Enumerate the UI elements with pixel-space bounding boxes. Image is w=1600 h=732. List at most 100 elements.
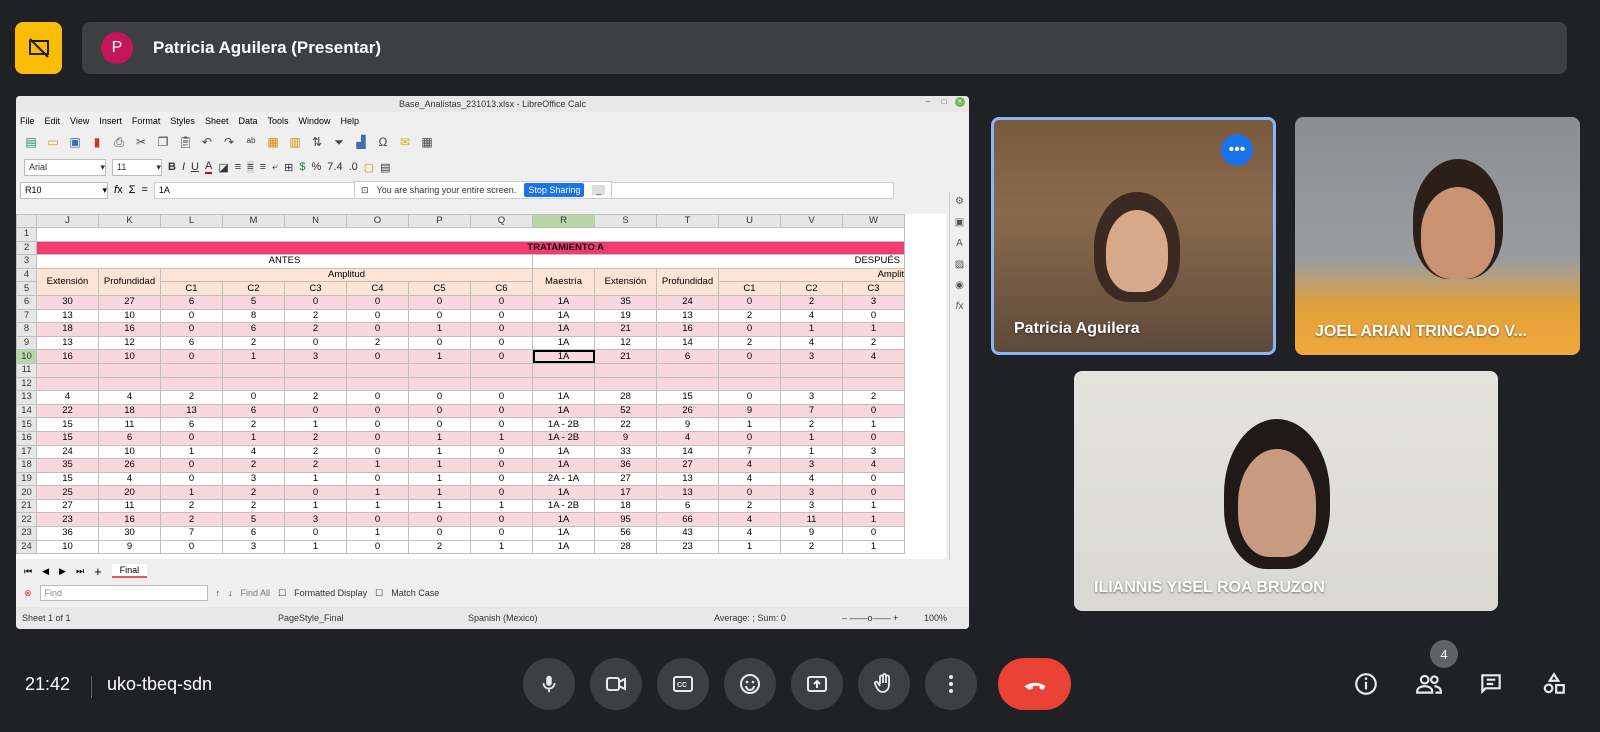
table-cell[interactable]: 1A	[532, 539, 595, 555]
present-button[interactable]	[791, 658, 843, 710]
table-cell[interactable]: 20	[98, 485, 161, 500]
row-header[interactable]: 6	[16, 294, 37, 310]
table-cell[interactable]: 6	[160, 335, 223, 351]
table-cell[interactable]: 1A	[532, 526, 595, 541]
table-cell[interactable]	[98, 362, 161, 378]
row-header[interactable]: 19	[16, 471, 37, 487]
table-cell[interactable]: 1	[284, 539, 347, 555]
table-cell[interactable]	[36, 376, 99, 392]
decimal-icon[interactable]: .0	[349, 161, 358, 173]
table-cell[interactable]: 1A - 2B	[532, 417, 595, 432]
table-cell[interactable]: 11	[98, 417, 161, 432]
function-wizard-icon[interactable]: fx	[114, 184, 123, 196]
table-cell[interactable]	[780, 376, 843, 392]
table-cell[interactable]: 0	[718, 390, 781, 405]
table-cell[interactable]: 0	[408, 335, 471, 351]
table-cell[interactable]: 1A	[532, 335, 595, 351]
table-cell[interactable]: 1	[346, 458, 409, 473]
table-cell[interactable]: 15	[656, 390, 719, 405]
comment-icon[interactable]: ✉	[398, 135, 412, 149]
meeting-details-button[interactable]	[1344, 662, 1388, 706]
row-header[interactable]: 10	[16, 349, 37, 364]
undo-icon[interactable]: ↶	[200, 135, 214, 149]
copy-icon[interactable]: ❐	[156, 135, 170, 149]
table-cell[interactable]: 21	[594, 322, 657, 337]
table-cell[interactable]: 22	[36, 403, 99, 419]
table-cell[interactable]	[842, 362, 905, 378]
italic-icon[interactable]: I	[182, 161, 185, 173]
column-header[interactable]: K	[98, 214, 161, 228]
table-cell[interactable]: 28	[594, 390, 657, 405]
menu-styles[interactable]: Styles	[170, 116, 195, 126]
close-icon[interactable]: ×	[955, 97, 965, 107]
table-cell[interactable]: 0	[718, 349, 781, 364]
table-cell[interactable]: 4	[98, 390, 161, 405]
table-cell[interactable]: 6	[160, 417, 223, 432]
table-cell[interactable]: 0	[408, 403, 471, 419]
table-cell[interactable]: 0	[160, 430, 223, 446]
table-cell[interactable]: 0	[346, 471, 409, 487]
table-cell[interactable]: 0	[408, 526, 471, 541]
table-cell[interactable]: 4	[718, 458, 781, 473]
table-cell[interactable]: 4	[718, 471, 781, 487]
table-cell[interactable]: 1	[222, 349, 285, 364]
find-up-icon[interactable]: ↑	[216, 588, 221, 598]
table-cell[interactable]: 0	[346, 349, 409, 364]
table-cell[interactable]: 66	[656, 512, 719, 528]
font-color-icon[interactable]: A	[204, 160, 213, 174]
row-header[interactable]: 8	[16, 322, 37, 337]
table-cell[interactable]: 0	[842, 471, 905, 487]
table-cell[interactable]: 0	[408, 294, 471, 310]
table-cell[interactable]: 1	[718, 417, 781, 432]
people-button[interactable]	[1407, 662, 1451, 706]
table-cell[interactable]: 0	[346, 539, 409, 555]
menu-window[interactable]: Window	[299, 116, 331, 126]
pdf-icon[interactable]: ▮	[90, 135, 104, 149]
table-cell[interactable]: 2	[718, 335, 781, 351]
table-cell[interactable]: 4	[780, 335, 843, 351]
participant-tile[interactable]: ILIANNIS YISEL ROA BRUZON	[1074, 371, 1498, 611]
empty-cell[interactable]	[36, 227, 905, 242]
font-name-select[interactable]: Arial ▾	[24, 158, 106, 176]
chart-icon[interactable]: ▟	[354, 135, 368, 149]
gallery-icon[interactable]: ▨	[955, 259, 964, 270]
table-cell[interactable]	[594, 376, 657, 392]
font-size-select[interactable]: 11 ▾	[112, 158, 162, 176]
last-sheet-icon[interactable]: ⏭	[76, 566, 84, 577]
corner-cell[interactable]	[16, 214, 37, 228]
column-header[interactable]: M	[222, 214, 285, 228]
column-header[interactable]: U	[718, 214, 781, 228]
table-cell[interactable]: 0	[160, 308, 223, 324]
column-header[interactable]: R	[532, 214, 595, 228]
table-cell[interactable]: 3	[780, 349, 843, 364]
participant-tile[interactable]: ••• Patricia Aguilera	[991, 117, 1276, 355]
table-cell[interactable]: 14	[656, 444, 719, 460]
table-cell[interactable]: 15	[36, 430, 99, 446]
table-cell[interactable]: 15	[36, 471, 99, 487]
highlight-icon[interactable]: ◪	[218, 161, 228, 174]
table-cell[interactable]: 1A - 2B	[532, 498, 595, 514]
chat-button[interactable]	[1469, 662, 1513, 706]
table-cell[interactable]: 12	[98, 335, 161, 351]
table-cell[interactable]: 18	[594, 498, 657, 514]
raise-hand-button[interactable]	[858, 658, 910, 710]
table-cell[interactable]	[470, 362, 533, 378]
menu-data[interactable]: Data	[238, 116, 257, 126]
table-cell[interactable]: 1	[780, 322, 843, 337]
table-cell[interactable]: 0	[470, 390, 533, 405]
styles-icon[interactable]: A	[956, 238, 963, 249]
row-header[interactable]: 2	[16, 240, 37, 256]
table-cell[interactable]: 1A	[532, 294, 595, 310]
table-cell[interactable]: 0	[408, 417, 471, 432]
spreadsheet-grid[interactable]: J K L M N O P Q R S T U V W 1 2 TRATAMIEN…	[16, 214, 946, 559]
table-cell[interactable]: 2	[780, 539, 843, 555]
table-cell[interactable]: 4	[36, 390, 99, 405]
more-options-button[interactable]	[925, 658, 977, 710]
table-cell[interactable]	[656, 376, 719, 392]
row-header[interactable]: 5	[16, 281, 37, 296]
table-cell[interactable]: 2	[284, 444, 347, 460]
table-cell[interactable]: 23	[36, 512, 99, 528]
table-cell[interactable]: 1A	[532, 403, 595, 419]
name-box[interactable]: R10 ▾	[20, 181, 108, 199]
table-cell[interactable]: 4	[780, 308, 843, 324]
